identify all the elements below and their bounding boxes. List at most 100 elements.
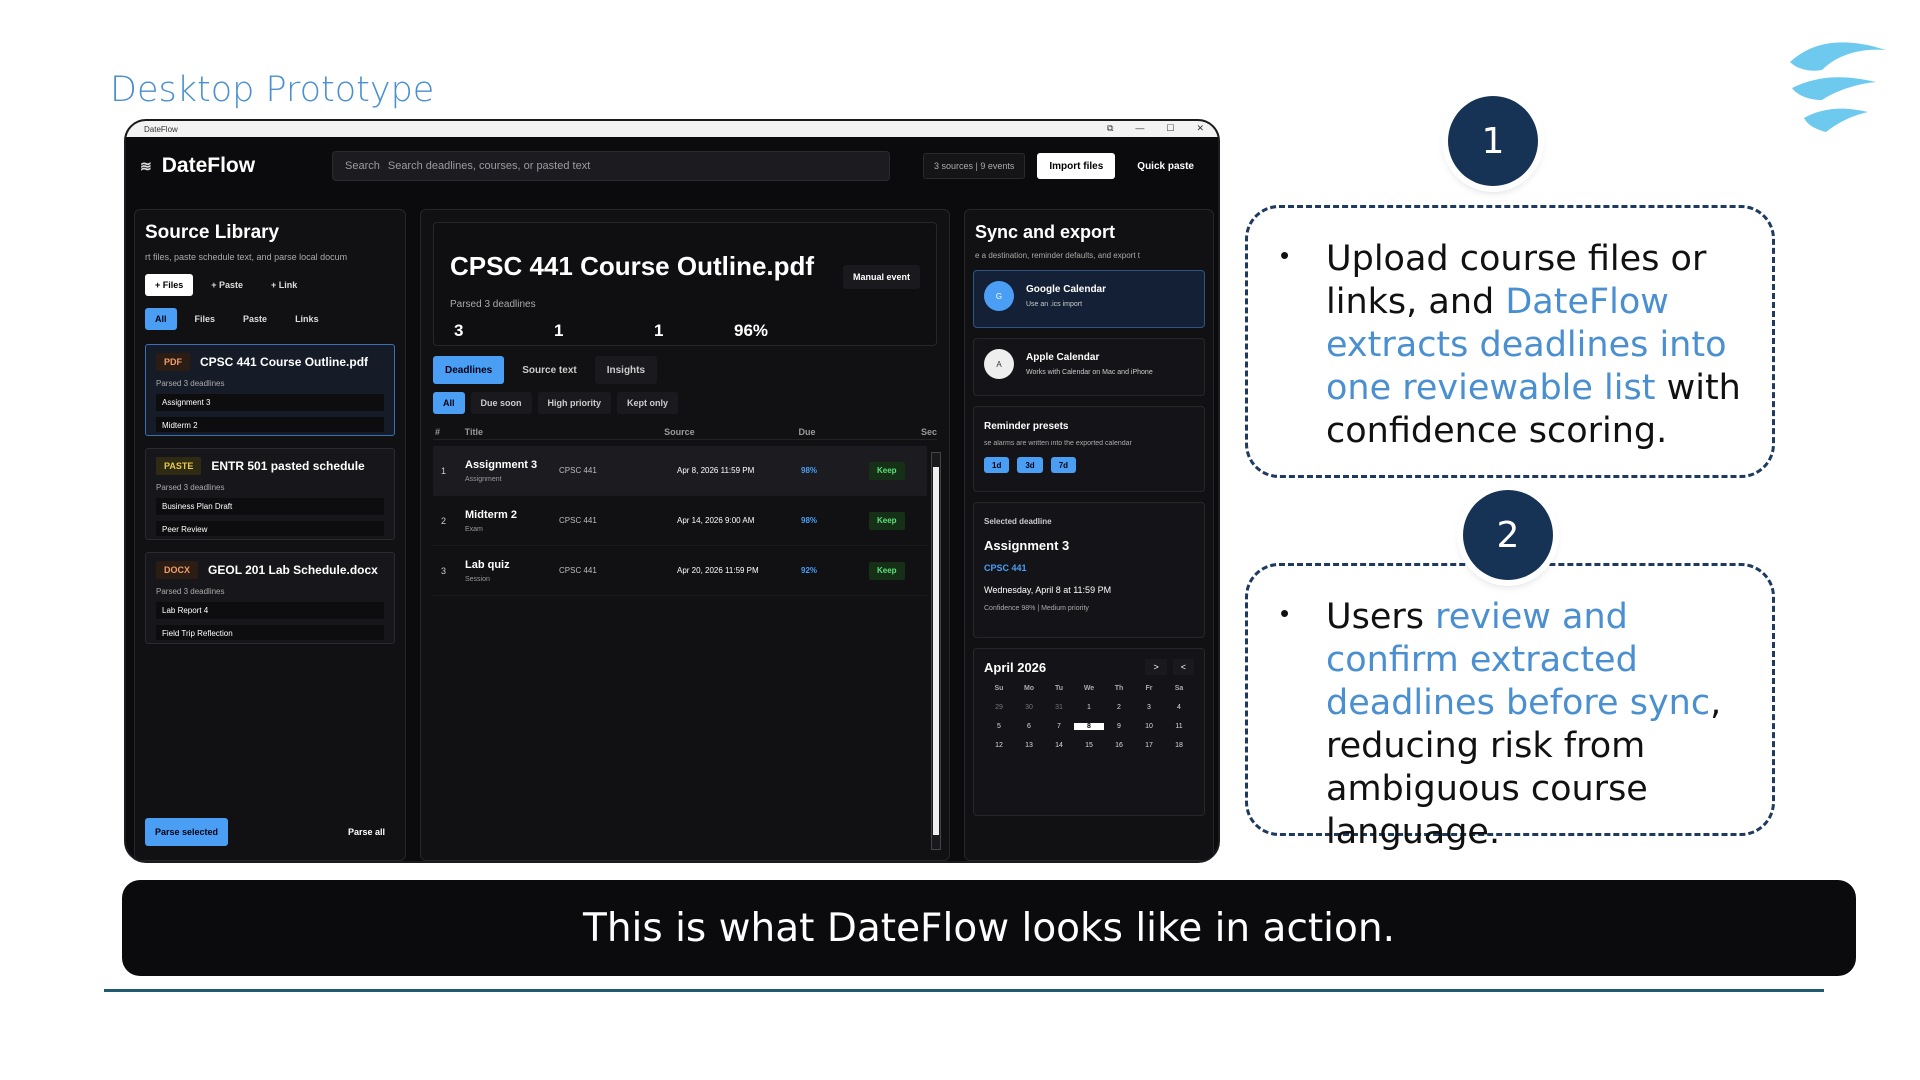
stat-total: 3	[454, 321, 464, 340]
calendar-day[interactable]: 13	[1014, 742, 1044, 749]
selected-course: CPSC 441	[984, 563, 1027, 573]
col-due[interactable]: Due	[799, 427, 921, 437]
calendar-day[interactable]: 29	[984, 704, 1014, 711]
tab-insights[interactable]: Insights	[594, 356, 658, 384]
add-files-button[interactable]: + Files	[145, 274, 194, 296]
weekday: Mo	[1023, 685, 1035, 692]
calendar-day[interactable]: 14	[1044, 742, 1074, 749]
source-item[interactable]: Field Trip Reflection	[156, 625, 384, 640]
provider-name: Apple Calendar	[1026, 352, 1100, 363]
row-source: CPSC 441	[559, 516, 597, 525]
source-card[interactable]: DOCX GEOL 201 Lab Schedule.docx Parsed 3…	[145, 552, 395, 644]
add-paste-button[interactable]: + Paste	[201, 274, 253, 296]
brand-name: DateFlow	[161, 154, 256, 177]
import-files-button[interactable]: Import files	[1037, 153, 1116, 179]
calendar-day[interactable]: 5	[984, 723, 1014, 730]
weekday: Su	[994, 685, 1004, 692]
filter-paste[interactable]: Paste	[233, 308, 277, 330]
menu-waves-icon[interactable]: ≋	[140, 158, 152, 175]
filter-high-priority[interactable]: High priority	[537, 392, 612, 414]
keep-button[interactable]: Keep	[869, 561, 905, 580]
minimize-button[interactable]: —	[1135, 123, 1144, 134]
calendar-day[interactable]: 2	[1104, 704, 1134, 711]
reminder-3d[interactable]: 3d	[1017, 457, 1043, 473]
reminder-1d[interactable]: 1d	[984, 457, 1010, 473]
tab-deadlines[interactable]: Deadlines	[433, 356, 505, 384]
table-row[interactable]: 2 Midterm 2 Exam CPSC 441 Apr 14, 2026 9:…	[433, 496, 927, 546]
filter-links[interactable]: Links	[285, 308, 329, 330]
callout-upload: • Upload course files or links, and Date…	[1245, 205, 1775, 478]
calendar-day[interactable]: 31	[1044, 704, 1074, 711]
calendar-day[interactable]: 12	[984, 742, 1014, 749]
reminder-7d[interactable]: 7d	[1050, 457, 1077, 473]
source-name: GEOL 201 Lab Schedule.docx	[208, 563, 378, 577]
bullet: •	[1280, 598, 1290, 628]
filter-all[interactable]: All	[145, 308, 177, 330]
manual-event-button[interactable]: Manual event	[842, 265, 920, 289]
calendar-prev-button[interactable]: <	[1172, 659, 1194, 675]
calendar-day[interactable]: 18	[1164, 742, 1194, 749]
calendar-day[interactable]: 17	[1134, 742, 1164, 749]
close-icon[interactable]: ✕	[1196, 123, 1204, 134]
provider-sub: Works with Calendar on Mac and iPhone	[1026, 369, 1153, 376]
calendar-day[interactable]: 15	[1074, 742, 1104, 749]
col-title[interactable]: Title	[465, 427, 665, 437]
table-scrollbar[interactable]	[931, 452, 941, 850]
source-item[interactable]: Midterm 2	[156, 417, 384, 432]
source-library-subtitle: rt files, paste schedule text, and parse…	[145, 252, 348, 262]
row-due: Apr 14, 2026 9:00 AM	[677, 516, 755, 525]
calendar-day[interactable]: 9	[1104, 723, 1134, 730]
quick-paste-button[interactable]: Quick paste	[1127, 153, 1204, 179]
col-sec[interactable]: Sec	[921, 427, 937, 437]
source-item[interactable]: Assignment 3	[156, 394, 384, 411]
scrollbar-thumb[interactable]	[933, 467, 939, 835]
calendar-day[interactable]: 6	[1014, 723, 1044, 730]
stat-due-soon: 1	[554, 321, 564, 340]
parse-all-button[interactable]: Parse all	[338, 818, 395, 846]
add-link-button[interactable]: + Link	[261, 274, 307, 296]
table-row[interactable]: 3 Lab quiz Session CPSC 441 Apr 20, 2026 …	[433, 546, 927, 596]
keep-button[interactable]: Keep	[869, 511, 905, 530]
source-card[interactable]: PASTE ENTR 501 pasted schedule Parsed 3 …	[145, 448, 395, 540]
maximize-button[interactable]: ☐	[1166, 123, 1174, 134]
snap-icon[interactable]: ⧉	[1107, 123, 1113, 134]
source-item[interactable]: Lab Report 4	[156, 602, 384, 619]
calendar-day[interactable]: 4	[1164, 704, 1194, 711]
calendar-day[interactable]: 3	[1134, 704, 1164, 711]
sync-subtitle: e a destination, reminder defaults, and …	[975, 251, 1140, 260]
calendar-day[interactable]: 30	[1014, 704, 1044, 711]
source-name: ENTR 501 pasted schedule	[211, 459, 365, 473]
tab-source-text[interactable]: Source text	[510, 356, 588, 384]
window-titlebar: DateFlow ⧉ — ☐ ✕	[126, 121, 1218, 137]
source-library-title: Source Library	[145, 222, 280, 243]
col-source[interactable]: Source	[664, 427, 798, 437]
selected-title: Assignment 3	[984, 538, 1070, 553]
filter-due-soon[interactable]: Due soon	[470, 392, 532, 414]
table-row[interactable]: 1 Assignment 3 Assignment CPSC 441 Apr 8,…	[433, 446, 927, 496]
calendar-day[interactable]: 1	[1074, 704, 1104, 711]
calendar-day[interactable]: 11	[1164, 723, 1194, 730]
source-item[interactable]: Peer Review	[156, 521, 384, 536]
calendar-day[interactable]: 7	[1044, 723, 1074, 730]
keep-button[interactable]: Keep	[869, 461, 905, 480]
calendar-day-selected[interactable]: 8	[1074, 723, 1104, 730]
filter-all[interactable]: All	[433, 392, 465, 414]
calendar-day[interactable]: 10	[1134, 723, 1164, 730]
calendar-day[interactable]: 16	[1104, 742, 1134, 749]
calendar-next-button[interactable]: >	[1145, 659, 1167, 675]
row-confidence: 98%	[801, 466, 818, 475]
footer-divider	[104, 989, 1824, 992]
selected-deadline-card: Selected deadline Assignment 3 CPSC 441 …	[973, 502, 1205, 638]
source-card[interactable]: PDF CPSC 441 Course Outline.pdf Parsed 3…	[145, 344, 395, 436]
filter-files[interactable]: Files	[185, 308, 226, 330]
status-badge: 3 sources | 9 events	[923, 153, 1026, 179]
apple-calendar-option[interactable]: A Apple Calendar Works with Calendar on M…	[973, 338, 1205, 396]
row-type: Assignment	[465, 475, 502, 483]
file-type-badge: PASTE	[156, 457, 202, 475]
search-input[interactable]: Search Search deadlines, courses, or pas…	[332, 151, 890, 181]
parse-selected-button[interactable]: Parse selected	[145, 818, 229, 846]
filter-kept-only[interactable]: Kept only	[617, 392, 679, 414]
source-item[interactable]: Business Plan Draft	[156, 498, 384, 515]
col-num: #	[435, 426, 441, 437]
google-calendar-option[interactable]: G Google Calendar Use an .ics import	[973, 270, 1205, 328]
